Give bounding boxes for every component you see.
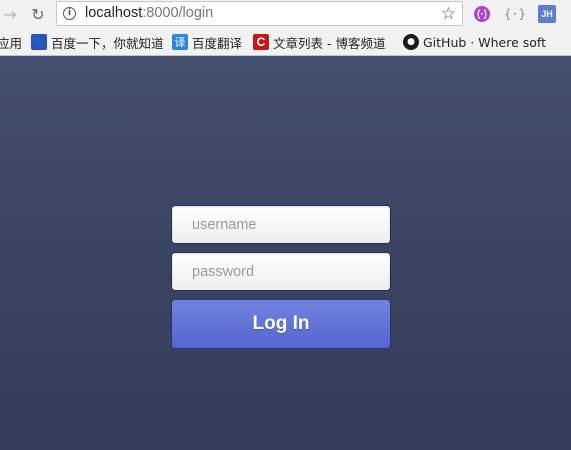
url-text[interactable]: localhost:8000/login xyxy=(85,5,213,21)
bookmark-label: 应用 xyxy=(0,35,23,51)
reload-icon[interactable]: ↻ xyxy=(28,4,48,24)
bookmark-apps[interactable]: 应用 xyxy=(0,33,22,51)
address-bar[interactable]: i localhost:8000/login ☆ xyxy=(56,1,463,26)
bookmark-label: 百度一下，你就知道 xyxy=(51,35,164,51)
bookmark-label: 百度翻译 xyxy=(192,35,243,51)
browser-toolbar: → ↻ i localhost:8000/login ☆ (·) {·} JH xyxy=(0,0,571,28)
password-input[interactable] xyxy=(171,252,391,291)
username-input[interactable] xyxy=(171,205,391,244)
bookmark-baidu[interactable]: 🐾 百度一下，你就知道 xyxy=(31,33,164,51)
bookmark-label: GitHub · Where soft xyxy=(423,34,546,50)
back-arrow-icon[interactable]: → xyxy=(0,4,20,24)
translate-icon: 译 xyxy=(172,34,188,50)
login-button[interactable]: Log In xyxy=(171,299,391,349)
bookmark-csdn[interactable]: C 文章列表 - 博客频道 xyxy=(253,33,385,51)
github-icon: ● xyxy=(403,34,419,50)
jh-extension-icon[interactable]: JH xyxy=(538,5,556,23)
bookmarks-bar: 应用 🐾 百度一下，你就知道 译 百度翻译 C 文章列表 - 博客频道 ● Gi… xyxy=(0,28,571,56)
url-host: localhost xyxy=(85,5,143,21)
bookmark-github[interactable]: ● GitHub · Where soft xyxy=(403,33,546,51)
ext-purple-icon[interactable]: (·) xyxy=(474,6,490,22)
json-formatter-icon[interactable]: {·} xyxy=(504,5,526,23)
baidu-paw-icon: 🐾 xyxy=(31,34,47,50)
bookmark-label: 文章列表 - 博客频道 xyxy=(273,35,386,51)
bookmark-star-icon[interactable]: ☆ xyxy=(441,4,456,24)
url-path: :8000/login xyxy=(142,5,214,21)
info-icon[interactable]: i xyxy=(63,7,76,20)
csdn-icon: C xyxy=(253,34,269,50)
bookmark-baidu-fanyi[interactable]: 译 百度翻译 xyxy=(172,33,242,51)
